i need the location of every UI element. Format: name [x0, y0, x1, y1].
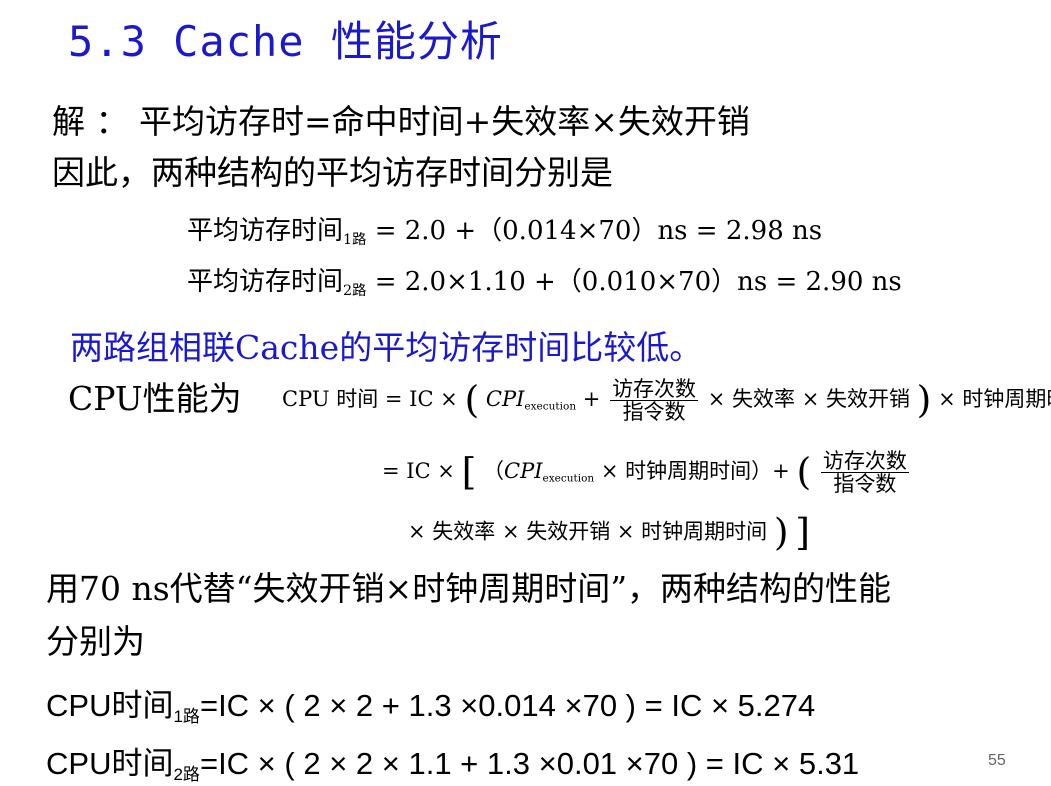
cpu-formula-line-3: × 失效率 × 失效开销 × 时钟周期时间 ) ]: [408, 513, 810, 552]
big-paren-open-2: (: [796, 449, 812, 494]
bracket-close: ]: [795, 510, 811, 554]
conclusion-text: 两路组相联Cache的平均访存时间比较低。: [70, 328, 703, 367]
r1-lhs: CPU时间: [46, 688, 174, 723]
cpu-formula-line-1: CPU 时间 = IC × ( CPIexecution + 访存次数 指令数 …: [282, 378, 1051, 423]
fraction-denominator: 指令数: [622, 400, 686, 425]
r2-lhs: CPU时间: [46, 746, 174, 781]
f1-end: × 时钟周期时间: [938, 387, 1051, 412]
bracket-open: [: [461, 449, 477, 494]
eq2-rhs: = 2.0×1.10 +（0.010×70）ns = 2.90 ns: [374, 267, 902, 297]
cpi-sub: execution: [524, 400, 577, 413]
paren-open: （: [483, 459, 505, 484]
result-2way: CPU时间2路=IC × ( 2 × 2 × 1.1 + 1.3 ×0.01 ×…: [46, 738, 859, 785]
eq1-rhs: = 2.0 +（0.014×70）ns = 2.98 ns: [374, 216, 823, 246]
cpu-perf-label: CPU性能为: [68, 379, 242, 418]
solution-line-2: 因此，两种结构的平均访存时间分别是: [52, 153, 613, 192]
access-per-instr-fraction-2: 访存次数 指令数: [820, 449, 909, 497]
eq2-lhs: 平均访存时间: [187, 267, 344, 297]
avg-access-eq-2way: 平均访存时间2路 = 2.0×1.10 +（0.010×70）ns = 2.90…: [187, 261, 902, 300]
eq1-sub: 1路: [343, 232, 367, 248]
cpi-text-2: CPI: [504, 459, 543, 484]
cpu-formula-line-2: = IC × [ （CPIexecution × 时钟周期时间）+ ( 访存次数…: [382, 450, 912, 495]
big-paren-close-3: ): [773, 510, 789, 554]
f1-lhs: CPU 时间 = IC ×: [282, 387, 458, 412]
plus-sign: +: [582, 387, 601, 412]
fraction-numerator-2: 访存次数: [820, 449, 909, 474]
solution-line-1: 解 ： 平均访存时=命中时间+失效率×失效开销: [52, 102, 750, 141]
page-title: 5.3 Cache 性能分析: [68, 17, 503, 66]
eq2-sub: 2路: [343, 283, 367, 299]
substitution-line-2: 分别为: [46, 622, 145, 661]
page-number: 55: [988, 752, 1006, 769]
r2-rhs: =IC × ( 2 × 2 × 1.1 + 1.3 ×0.01 ×70 ) = …: [199, 746, 860, 781]
result-1way: CPU时间1路=IC × ( 2 × 2 + 1.3 ×0.014 ×70 ) …: [46, 680, 815, 727]
substitution-line-1: 用70 ns代替“失效开销×时钟周期时间”，两种结构的性能: [46, 569, 892, 608]
cpi-term: CPIexecution: [485, 387, 577, 413]
big-paren-open: (: [464, 377, 480, 422]
f1-tail: × 失效率 × 失效开销: [707, 387, 910, 412]
fraction-numerator: 访存次数: [610, 377, 699, 402]
cpi-text: CPI: [485, 387, 525, 412]
f3-text: × 失效率 × 失效开销 × 时钟周期时间: [408, 519, 768, 544]
r1-sub: 1路: [173, 706, 200, 726]
eq1-lhs: 平均访存时间: [187, 216, 344, 246]
r2-sub: 2路: [173, 764, 200, 784]
f2-mid: × 时钟周期时间）+: [600, 459, 790, 484]
avg-access-eq-1way: 平均访存时间1路 = 2.0 +（0.014×70）ns = 2.98 ns: [187, 210, 822, 249]
fraction-denominator-2: 指令数: [833, 472, 897, 497]
big-paren-close: ): [916, 377, 932, 422]
r1-rhs: =IC × ( 2 × 2 + 1.3 ×0.014 ×70 ) = IC × …: [199, 688, 816, 723]
f2-lhs: = IC ×: [382, 459, 455, 484]
cpi-sub-2: execution: [542, 472, 595, 485]
cpi-term-2: CPIexecution: [504, 459, 595, 485]
access-per-instr-fraction: 访存次数 指令数: [610, 377, 699, 425]
